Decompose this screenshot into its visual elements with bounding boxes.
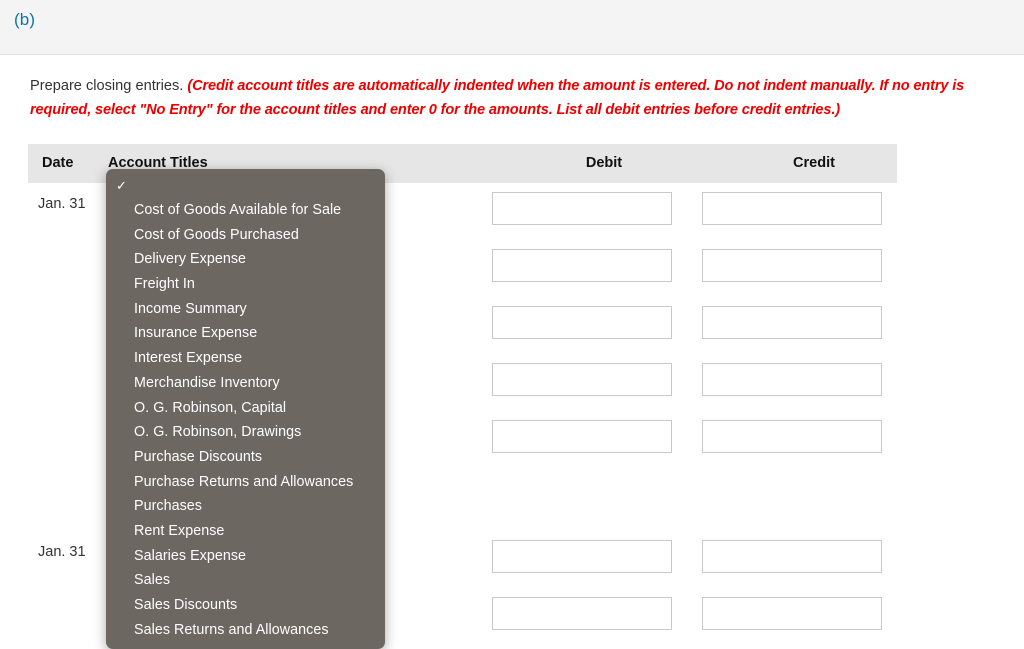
cell-date: Jan. 31	[38, 544, 86, 560]
debit-amount-input[interactable]	[492, 363, 672, 396]
dropdown-option[interactable]: Sales Discounts	[106, 593, 385, 618]
dropdown-option[interactable]: Rent Expense	[106, 519, 385, 544]
instructions-text: Prepare closing entries. (Credit account…	[30, 74, 1005, 122]
debit-amount-input[interactable]	[492, 540, 672, 573]
credit-amount-input[interactable]	[702, 597, 882, 630]
credit-amount-input[interactable]	[702, 540, 882, 573]
part-label: (b)	[14, 10, 36, 29]
column-header-credit: Credit	[793, 155, 835, 171]
dropdown-option[interactable]: Purchase Discounts	[106, 445, 385, 470]
section-header-bar: (b)	[0, 0, 1024, 55]
dropdown-option[interactable]: Income Summary	[106, 297, 385, 322]
account-titles-dropdown-menu[interactable]: Cost of Goods Available for SaleCost of …	[106, 169, 385, 649]
debit-amount-input[interactable]	[492, 306, 672, 339]
credit-amount-input[interactable]	[702, 192, 882, 225]
dropdown-option[interactable]: Merchandise Inventory	[106, 371, 385, 396]
credit-amount-input[interactable]	[702, 363, 882, 396]
debit-amount-input[interactable]	[492, 249, 672, 282]
dropdown-option[interactable]: Sales Returns and Allowances	[106, 618, 385, 643]
dropdown-option[interactable]: Insurance Expense	[106, 321, 385, 346]
dropdown-option[interactable]: Cost of Goods Purchased	[106, 223, 385, 248]
dropdown-option[interactable]	[106, 174, 385, 198]
dropdown-option[interactable]: Cost of Goods Available for Sale	[106, 198, 385, 223]
debit-amount-input[interactable]	[492, 597, 672, 630]
dropdown-option[interactable]: O. G. Robinson, Drawings	[106, 420, 385, 445]
credit-amount-input[interactable]	[702, 420, 882, 453]
dropdown-option[interactable]: Purchase Returns and Allowances	[106, 470, 385, 495]
dropdown-option[interactable]: Salaries Expense	[106, 544, 385, 569]
dropdown-option[interactable]: Interest Expense	[106, 346, 385, 371]
column-header-date: Date	[42, 155, 74, 171]
debit-amount-input[interactable]	[492, 192, 672, 225]
dropdown-option[interactable]: O. G. Robinson, Capital	[106, 396, 385, 421]
cell-date: Jan. 31	[38, 196, 86, 212]
column-header-debit: Debit	[585, 155, 623, 171]
dropdown-option[interactable]: Sales	[106, 568, 385, 593]
debit-amount-input[interactable]	[492, 420, 672, 453]
instructions-prompt: Prepare closing entries.	[30, 78, 188, 94]
dropdown-option[interactable]: Purchases	[106, 494, 385, 519]
credit-amount-input[interactable]	[702, 306, 882, 339]
credit-amount-input[interactable]	[702, 249, 882, 282]
dropdown-option[interactable]: Freight In	[106, 272, 385, 297]
dropdown-option[interactable]: Delivery Expense	[106, 247, 385, 272]
